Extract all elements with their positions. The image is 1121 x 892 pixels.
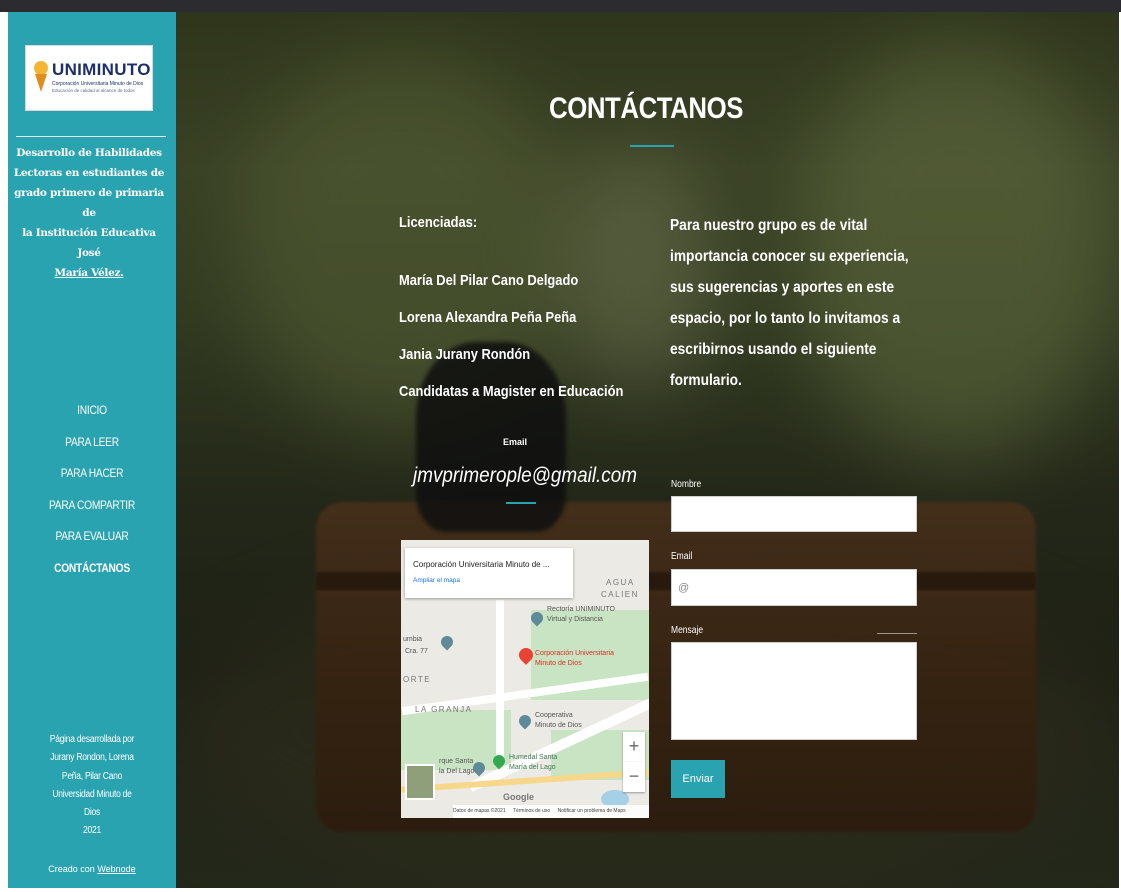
page-title: CONTÁCTANOS — [548, 92, 744, 125]
map-attribution: Datos de mapas ©2021 Términos de uso Not… — [453, 805, 649, 818]
map-poi-label: Humedal Santa — [509, 754, 558, 761]
footer-line: Página desarrollada por — [49, 734, 135, 745]
map-poi-label: Rectoría UNIMINUTO — [547, 606, 615, 613]
list-item: Jania Jurany Rondón — [399, 346, 531, 363]
intro-line: escribirnos usando el siguiente — [670, 341, 877, 358]
webnode-link[interactable]: Webnode — [97, 864, 135, 874]
map-data-credit: Datos de mapas ©2021 — [453, 808, 506, 814]
uniminuto-logo[interactable]: UNIMINUTO Corporación Universitaria Minu… — [25, 45, 153, 111]
intro-line: sus sugerencias y aportes en este — [670, 279, 895, 296]
nav-item-para-hacer[interactable]: PARA HACER — [21, 458, 164, 490]
footer-line: Jurany Rondon, Lorena — [50, 752, 134, 764]
intro-line: Para nuestro grupo es de vital — [670, 217, 868, 234]
map-pin-icon[interactable] — [438, 633, 456, 651]
nav-item-para-compartir[interactable]: PARA COMPARTIR — [21, 490, 164, 522]
licenciadas-heading: Licenciadas: — [399, 214, 478, 231]
zoom-in-button[interactable]: + — [623, 732, 645, 762]
map-road — [496, 600, 504, 760]
map-street-label: Cra. 77 — [405, 648, 428, 655]
message-divider — [877, 633, 917, 634]
site-description-line: María Vélez. — [54, 267, 124, 279]
logo-tagline: Educación de calidad al alcance de todos — [52, 88, 135, 93]
email-address-link[interactable]: jmvprimerople@gmail.com — [413, 464, 637, 488]
map-area-label: ORTE — [403, 675, 432, 684]
nav-item-inicio[interactable]: INICIO — [21, 395, 164, 427]
email-field-label: Email — [671, 551, 693, 562]
sidebar-divider — [16, 136, 166, 137]
site-description-line: grado primero de primaria de — [14, 187, 164, 219]
map-poi-label: Cooperativa — [535, 712, 573, 719]
map-poi-label: Minuto de Dios — [535, 722, 582, 729]
intro-line: espacio, por lo tanto lo invitamos a — [670, 310, 901, 327]
contact-section: CONTÁCTANOS Licenciadas: María Del Pilar… — [176, 12, 1119, 888]
zoom-out-button[interactable]: − — [623, 762, 645, 792]
map-poi-label: Corporación Universitaria — [535, 650, 614, 657]
sidebar: UNIMINUTO Corporación Universitaria Minu… — [8, 12, 176, 888]
list-item: Lorena Alexandra Peña Peña — [399, 309, 577, 326]
footer-year: 2021 — [83, 825, 101, 837]
intro-line: importancia conocer su experiencia, — [670, 248, 909, 265]
browser-top-bar — [0, 0, 1121, 12]
map-pin-icon[interactable] — [516, 712, 534, 730]
page-frame: UNIMINUTO Corporación Universitaria Minu… — [8, 12, 1119, 888]
name-field[interactable] — [671, 496, 917, 532]
map-area-label: AGUA — [606, 578, 635, 587]
message-label: Mensaje — [671, 625, 704, 636]
map-area-label: CALIEN — [601, 590, 639, 599]
site-description-line: Desarrollo de Habilidades — [16, 147, 162, 159]
email-label: Email — [503, 437, 528, 447]
name-label: Nombre — [671, 479, 702, 490]
map-area-label: LA GRANJA — [415, 705, 473, 714]
footer-line: Dios — [84, 807, 100, 819]
map-poi-label: la Del Lago — [439, 768, 475, 775]
google-logo: Google — [503, 792, 534, 802]
map-place-title: Corporación Universitaria Minuto de ... — [413, 560, 550, 569]
licenciadas-list: María Del Pilar Cano Delgado Lorena Alex… — [399, 262, 660, 410]
created-with: Creado con Webnode — [8, 864, 176, 874]
list-item: María Del Pilar Cano Delgado — [399, 272, 579, 289]
google-map[interactable]: Corporación Universitaria Minuto de ... … — [401, 540, 649, 818]
intro-line: formulario. — [670, 372, 742, 389]
map-poi-label: rque Santa — [439, 758, 474, 765]
list-item: Candidatas a Magister en Educación — [399, 383, 624, 400]
map-poi-label: Virtual y Distancia — [547, 616, 603, 623]
main-nav: INICIO PARA LEER PARA HACER PARA COMPART… — [8, 395, 176, 584]
map-poi-label: Minuto de Dios — [535, 660, 582, 667]
uniminuto-logo-icon — [34, 61, 48, 92]
logo-subtitle: Corporación Universitaria Minuto de Dios — [52, 81, 144, 87]
email-underline — [506, 502, 536, 504]
message-field[interactable] — [671, 642, 917, 740]
title-underline — [630, 145, 674, 147]
email-field[interactable] — [671, 569, 917, 606]
logo-wordmark: UNIMINUTO — [52, 60, 151, 79]
site-description-line: Lectoras en estudiantes de — [13, 167, 165, 179]
map-poi-label: María del Lago — [509, 764, 556, 771]
map-street-label: umbia — [403, 636, 423, 643]
footer-line: Peña, Pilar Cano — [61, 770, 123, 782]
street-view-thumbnail[interactable] — [405, 764, 435, 800]
enlarge-map-link[interactable]: Ampliar el mapa — [413, 577, 460, 584]
created-with-label: Creado con — [48, 864, 95, 874]
site-description-line: la Institución Educativa José — [22, 227, 156, 259]
sidebar-footer: Página desarrollada por Jurany Rondon, L… — [8, 731, 176, 841]
send-button[interactable]: Enviar — [671, 760, 725, 798]
nav-item-para-leer[interactable]: PARA LEER — [21, 427, 164, 459]
nav-item-para-evaluar[interactable]: PARA EVALUAR — [21, 521, 164, 553]
terms-link[interactable]: Términos de uso — [513, 808, 550, 814]
intro-text: Para nuestro grupo es de vital importanc… — [670, 210, 942, 396]
nav-item-contactanos[interactable]: CONTÁCTANOS — [21, 553, 164, 585]
site-description: Desarrollo de Habilidades Lectoras en es… — [12, 143, 166, 283]
footer-line: Universidad Minuto de — [52, 788, 132, 800]
map-place-card: Corporación Universitaria Minuto de ... … — [405, 548, 573, 598]
report-problem-link[interactable]: Notificar un problema de Maps — [558, 808, 626, 814]
